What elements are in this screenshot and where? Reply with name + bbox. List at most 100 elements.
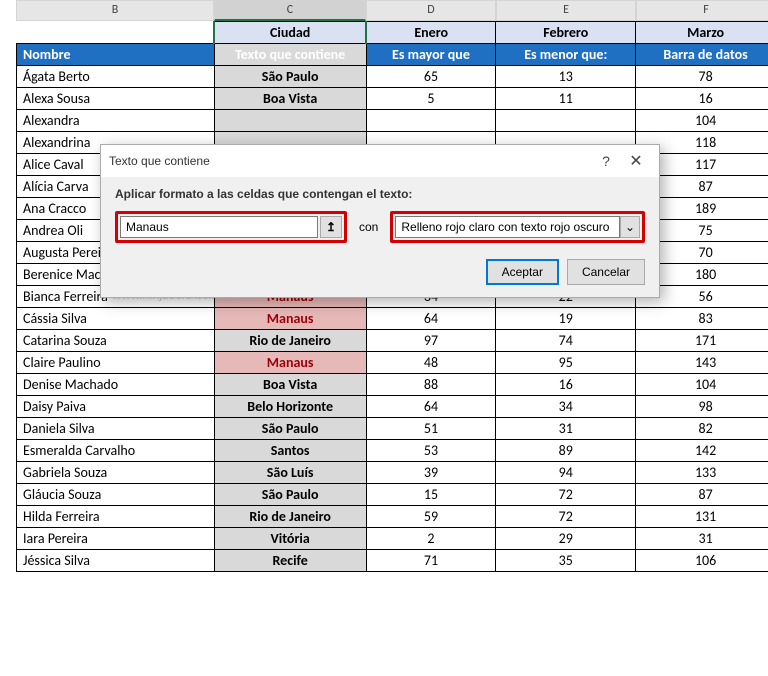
cell-city[interactable]: Boa Vista xyxy=(214,88,366,110)
cell-jan[interactable]: 65 xyxy=(366,66,496,88)
cell-city[interactable]: Boa Vista xyxy=(214,374,366,396)
cell-name[interactable]: Denise Machado xyxy=(17,374,215,396)
cell-city[interactable]: Rio de Janeiro xyxy=(214,506,366,528)
header-enero[interactable]: Enero xyxy=(366,22,496,44)
col-header-F[interactable]: F xyxy=(636,0,768,21)
header-menor[interactable]: Es menor que: xyxy=(496,44,636,66)
cell-jan[interactable]: 88 xyxy=(366,374,496,396)
format-select[interactable]: Relleno rojo claro con texto rojo oscuro xyxy=(395,216,620,238)
cancel-button[interactable]: Cancelar xyxy=(567,259,645,285)
cell-jan[interactable]: 97 xyxy=(366,330,496,352)
cell-name[interactable]: Iara Pereira xyxy=(17,528,215,550)
help-icon[interactable]: ? xyxy=(591,153,621,169)
cell-jan[interactable]: 71 xyxy=(366,550,496,572)
cell-city[interactable]: Santos xyxy=(214,440,366,462)
cell-name[interactable]: Alexa Sousa xyxy=(17,88,215,110)
cell-mar[interactable]: 104 xyxy=(636,374,768,396)
gutter xyxy=(0,0,16,21)
header-nombre[interactable]: Nombre xyxy=(17,44,215,66)
search-text-input[interactable] xyxy=(120,216,318,238)
cell-feb[interactable] xyxy=(496,110,636,132)
cell-city[interactable]: São Paulo xyxy=(214,66,366,88)
cell-feb[interactable]: 72 xyxy=(496,506,636,528)
cell-name[interactable]: Daisy Paiva xyxy=(17,396,215,418)
cell-mar[interactable]: 78 xyxy=(636,66,768,88)
header-ciudad[interactable]: Ciudad xyxy=(214,22,366,44)
cell-mar[interactable]: 143 xyxy=(636,352,768,374)
cell-city[interactable]: Manaus xyxy=(214,308,366,330)
cell-mar[interactable]: 98 xyxy=(636,396,768,418)
cell-feb[interactable]: 19 xyxy=(496,308,636,330)
cell-city[interactable]: Manaus xyxy=(214,352,366,374)
col-header-D[interactable]: D xyxy=(366,0,496,21)
col-header-B[interactable]: B xyxy=(16,0,214,21)
header-barra[interactable]: Barra de datos xyxy=(636,44,768,66)
cell-jan[interactable]: 39 xyxy=(366,462,496,484)
cell-jan[interactable]: 59 xyxy=(366,506,496,528)
cell-name[interactable]: Gabriela Souza xyxy=(17,462,215,484)
cell-name[interactable]: Esmeralda Carvalho xyxy=(17,440,215,462)
cell-jan[interactable]: 51 xyxy=(366,418,496,440)
dialog-titlebar[interactable]: Texto que contiene ? ✕ xyxy=(101,145,659,177)
cell-city[interactable]: Belo Horizonte xyxy=(214,396,366,418)
col-header-C[interactable]: C xyxy=(214,0,366,21)
cell-name[interactable]: Catarina Souza xyxy=(17,330,215,352)
cell-feb[interactable]: 31 xyxy=(496,418,636,440)
cell-feb[interactable]: 13 xyxy=(496,66,636,88)
header-mayor[interactable]: Es mayor que xyxy=(366,44,496,66)
cell-feb[interactable]: 29 xyxy=(496,528,636,550)
cell-mar[interactable]: 171 xyxy=(636,330,768,352)
cell-name[interactable]: Hilda Ferreira xyxy=(17,506,215,528)
cell-city[interactable]: Vitória xyxy=(214,528,366,550)
col-header-E[interactable]: E xyxy=(496,0,636,21)
cell-mar[interactable]: 131 xyxy=(636,506,768,528)
cell-mar[interactable]: 104 xyxy=(636,110,768,132)
cell-feb[interactable]: 94 xyxy=(496,462,636,484)
close-icon[interactable]: ✕ xyxy=(621,151,651,171)
cell-mar[interactable]: 87 xyxy=(636,484,768,506)
header-febrero[interactable]: Febrero xyxy=(496,22,636,44)
cell-jan[interactable]: 64 xyxy=(366,396,496,418)
cell-jan[interactable]: 2 xyxy=(366,528,496,550)
cell-city[interactable]: São Paulo xyxy=(214,484,366,506)
cell-name[interactable]: Claire Paulino xyxy=(17,352,215,374)
cell-city[interactable]: Rio de Janeiro xyxy=(214,330,366,352)
cell-name[interactable]: Ágata Berto xyxy=(17,66,215,88)
cell-name[interactable]: Alexandra xyxy=(17,110,215,132)
cell-mar[interactable]: 82 xyxy=(636,418,768,440)
cell-mar[interactable]: 83 xyxy=(636,308,768,330)
cell-feb[interactable]: 95 xyxy=(496,352,636,374)
cell-empty[interactable] xyxy=(17,22,215,44)
cell-feb[interactable]: 34 xyxy=(496,396,636,418)
cell-feb[interactable]: 16 xyxy=(496,374,636,396)
collapse-range-icon[interactable]: ↥ xyxy=(320,216,342,238)
cell-mar[interactable]: 16 xyxy=(636,88,768,110)
cell-city[interactable]: São Paulo xyxy=(214,418,366,440)
cell-feb[interactable]: 35 xyxy=(496,550,636,572)
cell-jan[interactable]: 15 xyxy=(366,484,496,506)
cell-city[interactable]: São Luís xyxy=(214,462,366,484)
cell-name[interactable]: Jéssica Silva xyxy=(17,550,215,572)
cell-city[interactable] xyxy=(214,110,366,132)
cell-name[interactable]: Daniela Silva xyxy=(17,418,215,440)
cell-feb[interactable]: 89 xyxy=(496,440,636,462)
cell-jan[interactable]: 53 xyxy=(366,440,496,462)
cell-jan[interactable]: 64 xyxy=(366,308,496,330)
cell-mar[interactable]: 106 xyxy=(636,550,768,572)
cell-mar[interactable]: 142 xyxy=(636,440,768,462)
cell-mar[interactable]: 133 xyxy=(636,462,768,484)
accept-button[interactable]: Aceptar xyxy=(486,259,559,285)
cell-jan[interactable] xyxy=(366,110,496,132)
cell-feb[interactable]: 74 xyxy=(496,330,636,352)
cell-jan[interactable]: 5 xyxy=(366,88,496,110)
cell-feb[interactable]: 11 xyxy=(496,88,636,110)
cell-feb[interactable]: 72 xyxy=(496,484,636,506)
cell-mar[interactable]: 31 xyxy=(636,528,768,550)
cell-name[interactable]: Cássia Silva xyxy=(17,308,215,330)
cell-city[interactable]: Recife xyxy=(214,550,366,572)
cell-jan[interactable]: 48 xyxy=(366,352,496,374)
header-marzo[interactable]: Marzo xyxy=(636,22,768,44)
header-texto[interactable]: Texto que contiene xyxy=(214,44,366,66)
chevron-down-icon[interactable]: ⌄ xyxy=(620,216,640,238)
cell-name[interactable]: Gláucia Souza xyxy=(17,484,215,506)
